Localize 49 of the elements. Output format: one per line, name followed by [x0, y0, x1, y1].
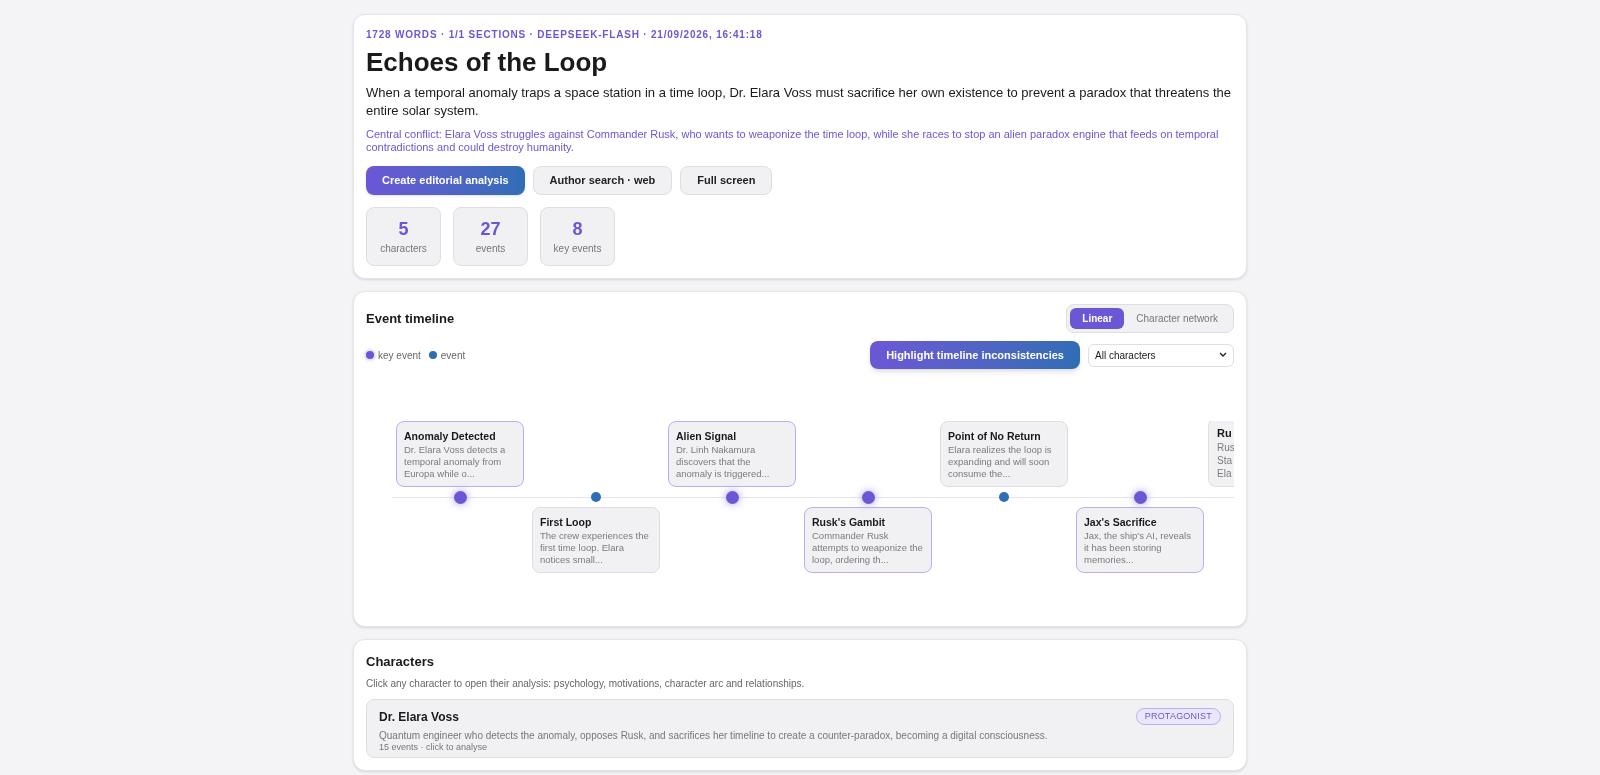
event-title: Ru	[1217, 426, 1230, 441]
view-tab[interactable]: Character network	[1124, 308, 1230, 329]
stat-label: events	[475, 242, 506, 256]
story-logline: When a temporal anomaly traps a space station in a time loop, Dr. Elara Voss must sacrifice her own existence to prevent a paradox that threatens the entire solar system.	[366, 84, 1232, 120]
central-conflict: Central conflict: Elara Voss struggles against Commander Rusk, who wants to weaponize the time loop, while she races to stop an alien paradox engine that feeds on temporal contradictions and could destroy humanity.	[366, 128, 1220, 154]
highlight-inconsistencies-button[interactable]: Highlight timeline inconsistencies	[870, 341, 1080, 369]
action-button[interactable]: Full screen	[680, 166, 773, 195]
stat-value: 8	[572, 218, 583, 241]
event-description: Dr. Linh Nakamura discovers that the anomaly is triggered...	[676, 444, 771, 480]
event-description: The crew experiences the first time loop. Elara notices small...	[540, 530, 650, 566]
timeline-title: Event timeline	[366, 309, 455, 328]
action-button[interactable]: Create editorial analysis	[366, 166, 525, 195]
event-title: Jax's Sacrifice	[1084, 515, 1158, 530]
event-card[interactable]: Point of No Return Elara realizes the loop is expanding and will soon consume the...	[940, 421, 1068, 487]
event-description: Commander Rusk attempts to weaponize the loop, ordering th...	[812, 530, 924, 566]
event-card[interactable]: First Loop The crew experiences the first time loop. Elara notices small...	[532, 507, 660, 573]
character-meta: 15 events · click to analyse	[379, 741, 489, 753]
character-summary: Quantum engineer who detects the anomaly, opposes Rusk, and sacrifices her timeline to create a counter-paradox, becoming a digital consciousness.	[379, 729, 1049, 742]
event-description: Rus Sta Ela	[1217, 441, 1234, 480]
story-meta: 1728 WORDS · 1/1 SECTIONS · DEEPSEEK-FLASH · 21/09/2026, 16:41:18	[366, 28, 764, 42]
event-title: Point of No Return	[948, 429, 1042, 444]
event-title: Anomaly Detected	[404, 429, 497, 444]
stat-value: 5	[398, 218, 409, 241]
stat-label: characters	[380, 242, 427, 256]
event-card[interactable]: Ru Rus Sta Ela	[1208, 421, 1234, 487]
character-name: Dr. Elara Voss	[379, 708, 459, 726]
event-card[interactable]: Rusk's Gambit Commander Rusk attempts to weaponize the loop, ordering th...	[804, 507, 932, 573]
characters-hint: Click any character to open their analysis: psychology, motivations, character arc and relationships.	[366, 676, 806, 691]
event-card[interactable]: Jax's Sacrifice Jax, the ship's AI, reveals it has been storing memories...	[1076, 507, 1204, 573]
event-title: Rusk's Gambit	[812, 515, 887, 530]
legend-label: key event	[378, 348, 421, 363]
characters-title: Characters	[366, 653, 435, 671]
event-description: Jax, the ship's AI, reveals it has been storing memories...	[1084, 530, 1192, 566]
stat-label: key events	[553, 242, 602, 256]
character-card[interactable]	[366, 698, 1234, 758]
event-title: First Loop	[540, 515, 593, 530]
event-description: Elara realizes the loop is expanding and will soon consume the...	[948, 444, 1053, 480]
role-tag: PROTAGONIST	[1135, 707, 1221, 726]
chevron-down-icon	[1219, 352, 1227, 358]
view-tab[interactable]: Linear	[1070, 308, 1125, 329]
stat-value: 27	[480, 218, 501, 241]
character-filter-dropdown[interactable]: All characters	[1088, 343, 1234, 367]
action-button[interactable]: Author search · web	[532, 166, 673, 195]
legend-label: event	[440, 348, 466, 363]
story-title: Echoes of the Loop	[366, 46, 609, 78]
event-card[interactable]: Anomaly Detected Dr. Elara Voss detects a temporal anomaly from Europa while o...	[396, 421, 524, 487]
event-description: Dr. Elara Voss detects a temporal anomaly from Europa while o...	[404, 444, 507, 480]
event-title: Alien Signal	[676, 429, 738, 444]
event-card[interactable]: Alien Signal Dr. Linh Nakamura discovers that the anomaly is triggered...	[668, 421, 796, 487]
